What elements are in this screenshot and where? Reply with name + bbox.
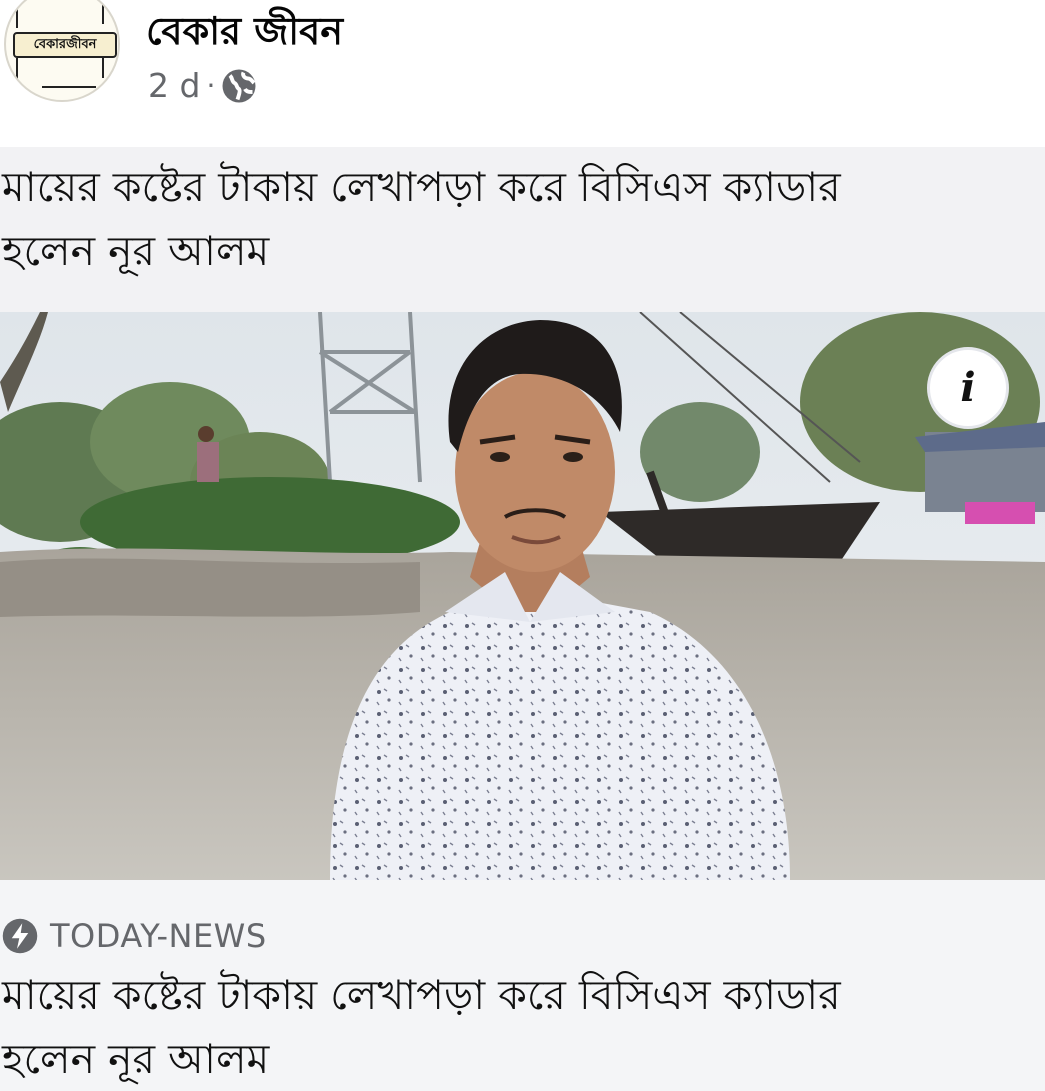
globe-icon[interactable] (221, 68, 257, 104)
avatar-line (16, 6, 18, 28)
avatar-line (16, 58, 18, 84)
lightning-icon (2, 918, 38, 954)
avatar-line (42, 86, 96, 88)
post-photo[interactable] (0, 312, 1045, 880)
info-button[interactable]: i (927, 347, 1009, 429)
page-name[interactable]: বেকার জীবন (146, 2, 343, 66)
meta-separator: · (206, 69, 216, 102)
avatar-line (102, 56, 104, 78)
link-title[interactable]: মায়ের কষ্টের টাকায় লেখাপড়া করে বিসিএস… (2, 963, 1042, 1091)
avatar-line (102, 2, 104, 24)
link-source-row: TODAY-NEWS (2, 917, 267, 955)
post-meta: 2 d · (148, 66, 257, 105)
avatar-logo-text: বেকারজীবন (13, 32, 117, 58)
post-header: বেকারজীবন বেকার জীবন 2 d · (0, 0, 1045, 135)
link-source: TODAY-NEWS (50, 917, 267, 955)
page-avatar[interactable]: বেকারজীবন (4, 0, 120, 102)
post-text: মায়ের কষ্টের টাকায় লেখাপড়া করে বিসিএস… (2, 163, 841, 275)
post-timestamp[interactable]: 2 d (148, 66, 200, 105)
